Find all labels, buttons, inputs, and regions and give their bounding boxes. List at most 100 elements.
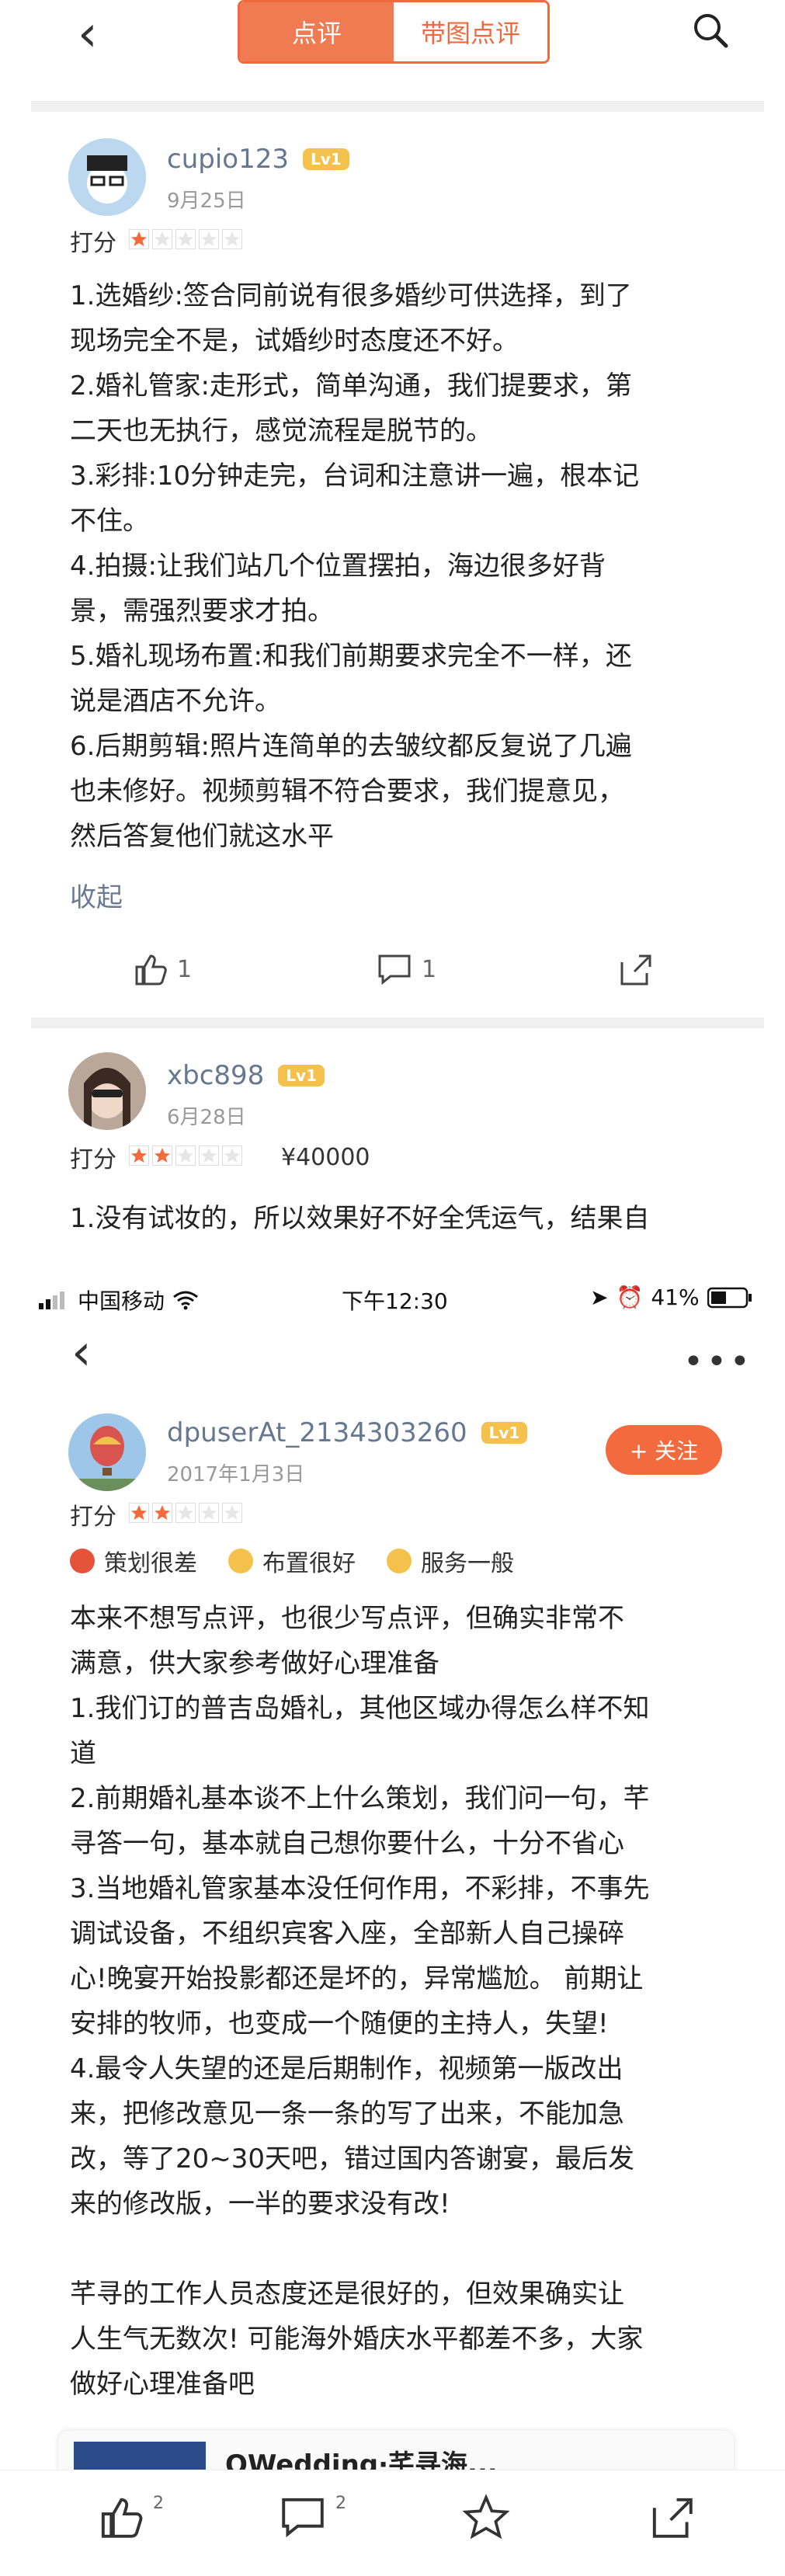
status-right: ➤ ⏰ 41% (590, 1285, 752, 1310)
review-line: 安排的牧师，也变成一个随便的主持人，失望! (70, 2008, 609, 2039)
tab-reviews[interactable]: 点评 (240, 2, 394, 61)
carrier-name: 中国移动 (78, 1288, 165, 1314)
alarm-icon: ⏰ (616, 1285, 644, 1310)
avatar[interactable] (68, 1052, 146, 1130)
username[interactable]: cupio123 (167, 144, 289, 175)
star-empty-icon (199, 229, 219, 249)
review-line: 来的修改版，一半的要求没有改! (70, 2188, 450, 2220)
thumbs-up-icon (135, 954, 167, 986)
star-rating (129, 229, 245, 252)
review-line: 来，把修改意见一条一条的写了出来，不能加急 (70, 2098, 624, 2129)
battery-icon (707, 1287, 752, 1308)
back-icon[interactable]: ‹ (71, 1328, 92, 1378)
comment-button[interactable]: 2 (280, 2494, 346, 2540)
comment-count: 2 (335, 2494, 346, 2513)
username[interactable]: dpuserAt_2134303260 (167, 1417, 467, 1448)
star-empty-icon (222, 1145, 242, 1166)
share-icon (620, 954, 651, 986)
comment-count: 1 (422, 955, 437, 983)
review-line: 做好心理准备吧 (70, 2369, 255, 2400)
tag-label: 布置很好 (262, 1550, 356, 1577)
rating-row: 打分 (70, 224, 245, 258)
level-badge: Lv1 (481, 1422, 528, 1444)
review-line: 现场完全不是，试婚纱时态度还不好。 (70, 325, 519, 356)
location-icon: ➤ (590, 1285, 609, 1310)
review-line: 道 (70, 1738, 96, 1769)
review-line: 二天也无执行，感觉流程是脱节的。 (70, 415, 492, 447)
review-line: 4.最令人失望的还是后期制作，视频第一版改出 (70, 2053, 623, 2084)
review-line: 满意，供大家参考做好心理准备 (70, 1648, 439, 1679)
review-line: 景，需强烈要求才拍。 (70, 596, 334, 627)
like-button[interactable]: 2 (97, 2494, 164, 2540)
search-icon[interactable] (691, 11, 730, 50)
star-empty-icon (175, 1145, 196, 1166)
score-label: 打分 (70, 1504, 116, 1531)
review-tag: 布置很好 (228, 1544, 356, 1578)
star-filled-icon (129, 1145, 149, 1166)
review-line: 芊寻的工作人员态度还是很好的，但效果确实让 (70, 2279, 624, 2310)
level-badge: Lv1 (278, 1065, 325, 1086)
review-line: 2.前期婚礼基本谈不上什么策划，我们问一句，芊 (70, 1783, 650, 1814)
star-empty-icon (199, 1503, 219, 1523)
review-body: 1.没有试妆的，所以效果好不好全凭运气，结果自 (70, 1203, 650, 1234)
review-line: 5.婚礼现场布置:和我们前期要求完全不一样，还 (70, 641, 632, 672)
more-icon[interactable]: ••• (683, 1342, 753, 1382)
back-icon[interactable]: ‹ (78, 9, 98, 59)
bottom-action-bar: 2 2 (0, 2470, 785, 2576)
rating-row: 打分 (70, 1497, 245, 1531)
star-empty-icon (175, 229, 196, 249)
tab-switcher: 点评 带图点评 (238, 0, 550, 64)
tag-label: 策划很差 (104, 1550, 197, 1577)
star-rating (129, 1503, 245, 1526)
star-filled-icon (129, 229, 149, 249)
review-body: 本来不想写点评，也很少写点评，但确实非常不 满意，供大家参考做好心理准备 1.我们订… (70, 1596, 745, 2407)
star-icon (462, 2494, 510, 2539)
star-empty-icon (222, 229, 242, 249)
review-line: 本来不想写点评，也很少写点评，但确实非常不 (70, 1603, 624, 1634)
emoji-face-icon (387, 1549, 412, 1573)
avatar[interactable] (68, 138, 146, 216)
share-button[interactable] (648, 2494, 695, 2543)
top-nav: ‹ 点评 带图点评 (0, 0, 785, 101)
review-line: 4.拍摄:让我们站几个位置摆拍，海边很多好背 (70, 551, 606, 582)
star-empty-icon (199, 1145, 219, 1166)
review-tag: 策划很差 (70, 1544, 197, 1578)
comment-icon (282, 2498, 324, 2538)
tag-label: 服务一般 (421, 1550, 514, 1577)
emoji-face-icon (228, 1549, 253, 1573)
review-line: 改，等了20~30天吧，错过国内答谢宴，最后发 (70, 2143, 635, 2174)
score-label: 打分 (70, 1146, 116, 1173)
favorite-button[interactable] (462, 2494, 510, 2545)
tag-row: 策划很差 布置很好 服务一般 (70, 1544, 514, 1578)
star-empty-icon (175, 1503, 196, 1523)
comment-button[interactable]: 1 (377, 951, 436, 987)
divider (31, 101, 764, 112)
review-date: 9月25日 (167, 189, 246, 213)
username[interactable]: xbc898 (167, 1060, 264, 1091)
star-filled-icon (129, 1503, 149, 1523)
review-tag: 服务一般 (387, 1544, 514, 1578)
thumbs-up-icon (101, 2498, 143, 2538)
avatar[interactable] (68, 1413, 146, 1491)
level-badge: Lv1 (302, 148, 349, 170)
price: ¥40000 (281, 1143, 370, 1171)
like-button[interactable]: 1 (132, 951, 192, 987)
divider (31, 1017, 764, 1028)
star-rating (129, 1145, 245, 1169)
review-line: 1.我们订的普吉岛婚礼，其他区域办得怎么样不知 (70, 1693, 650, 1724)
like-count: 1 (177, 955, 193, 983)
collapse-link[interactable]: 收起 (70, 876, 123, 914)
carrier: 中国移动 (39, 1285, 199, 1316)
user-row: xbc898 Lv1 (167, 1060, 325, 1091)
share-button[interactable] (617, 951, 653, 987)
status-bar: 中国移动 下午12:30 ➤ ⏰ 41% (0, 1274, 785, 1328)
review-line: 人生气无数次! 可能海外婚庆水平都差不多，大家 (70, 2324, 644, 2355)
tab-photo-reviews[interactable]: 带图点评 (394, 2, 547, 61)
signal-icon (39, 1291, 64, 1309)
follow-button[interactable]: + 关注 (606, 1425, 722, 1475)
review-line: 不住。 (70, 506, 149, 537)
review-line: 6.后期剪辑:照片连简单的去皱纹都反复说了几遍 (70, 731, 632, 762)
star-empty-icon (152, 229, 172, 249)
review-date: 2017年1月3日 (167, 1463, 305, 1486)
review-body: 1.选婚纱:签合同前说有很多婚纱可供选择，到了 现场完全不是，试婚纱时态度还不好。… (70, 273, 738, 859)
